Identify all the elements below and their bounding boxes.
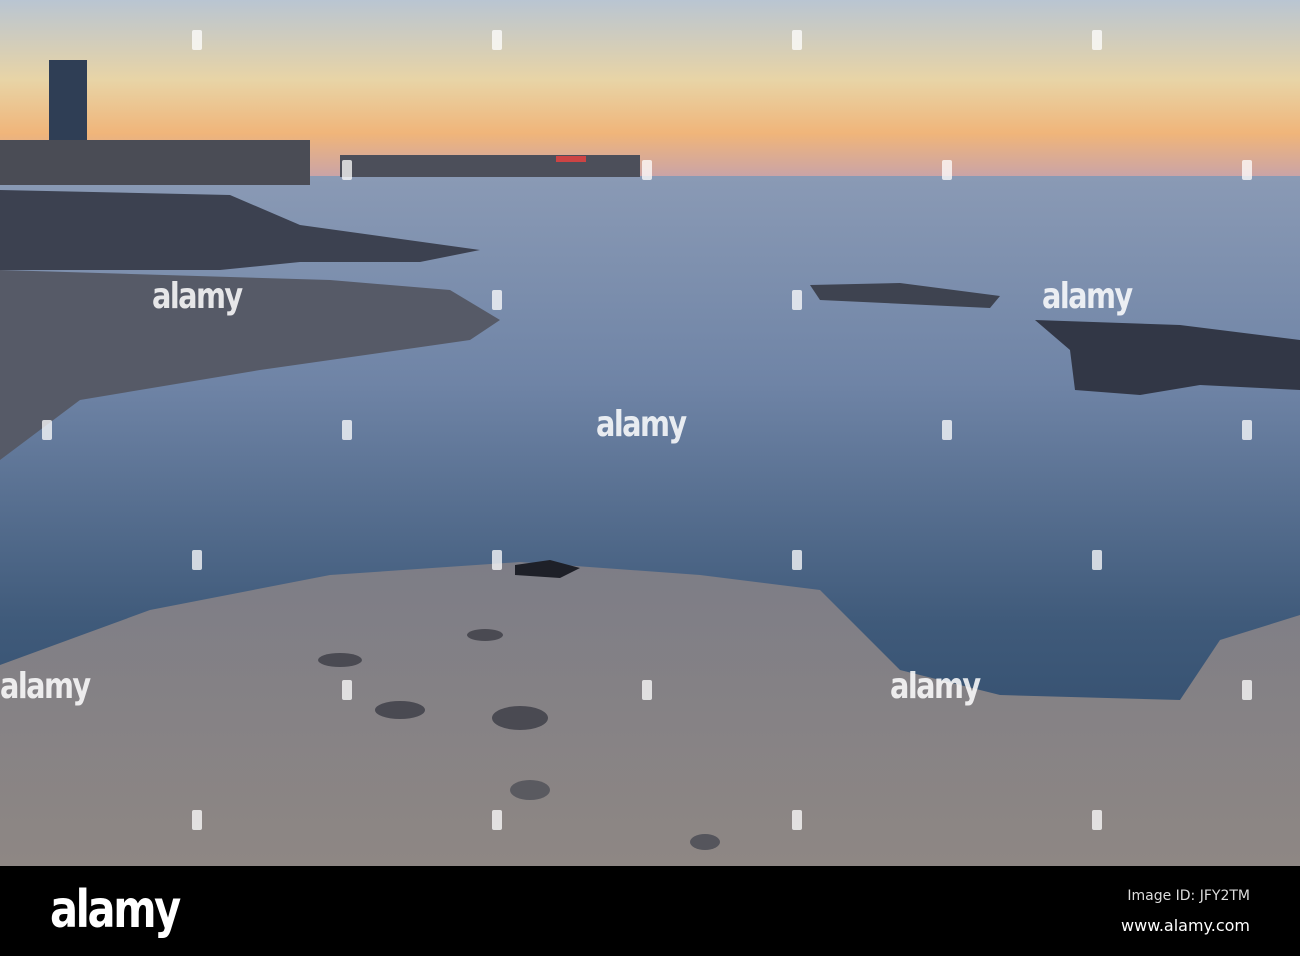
watermark-mark bbox=[942, 160, 952, 180]
watermark-text: alamy bbox=[596, 404, 687, 445]
footer-bar: alamy Image ID: JFY2TM www.alamy.com bbox=[0, 866, 1300, 956]
watermark-mark bbox=[1242, 160, 1252, 180]
watermark-text: alamy bbox=[152, 276, 243, 317]
watermark-mark bbox=[792, 810, 802, 830]
watermark-mark bbox=[342, 160, 352, 180]
watermark-mark bbox=[492, 810, 502, 830]
watermark-mark bbox=[1092, 550, 1102, 570]
image-id: Image ID: JFY2TM bbox=[1127, 888, 1250, 904]
watermark-text: alamy bbox=[890, 666, 981, 707]
watermark-mark bbox=[792, 30, 802, 50]
watermark-mark bbox=[1092, 30, 1102, 50]
watermark-mark bbox=[792, 290, 802, 310]
watermark-mark bbox=[492, 550, 502, 570]
watermark-mark bbox=[942, 420, 952, 440]
watermark-mark bbox=[1242, 420, 1252, 440]
watermark-mark bbox=[192, 550, 202, 570]
watermark-mark bbox=[492, 30, 502, 50]
watermark-mark bbox=[342, 680, 352, 700]
watermark-mark bbox=[1242, 680, 1252, 700]
watermark-text: alamy bbox=[1042, 276, 1133, 317]
website-url: www.alamy.com bbox=[1121, 916, 1250, 935]
watermark-mark bbox=[192, 30, 202, 50]
watermark-mark bbox=[492, 290, 502, 310]
watermark-mark bbox=[192, 810, 202, 830]
watermark-mark bbox=[42, 420, 52, 440]
watermark-mark bbox=[1092, 810, 1102, 830]
stock-photo: alamy alamy alamy alamy alamy alamy Imag… bbox=[0, 0, 1300, 956]
watermark-mark bbox=[642, 680, 652, 700]
watermark-mark bbox=[342, 420, 352, 440]
watermark-mark bbox=[642, 160, 652, 180]
alamy-logo: alamy bbox=[50, 880, 181, 940]
watermark-text: alamy bbox=[0, 666, 91, 707]
watermark-mark bbox=[792, 550, 802, 570]
